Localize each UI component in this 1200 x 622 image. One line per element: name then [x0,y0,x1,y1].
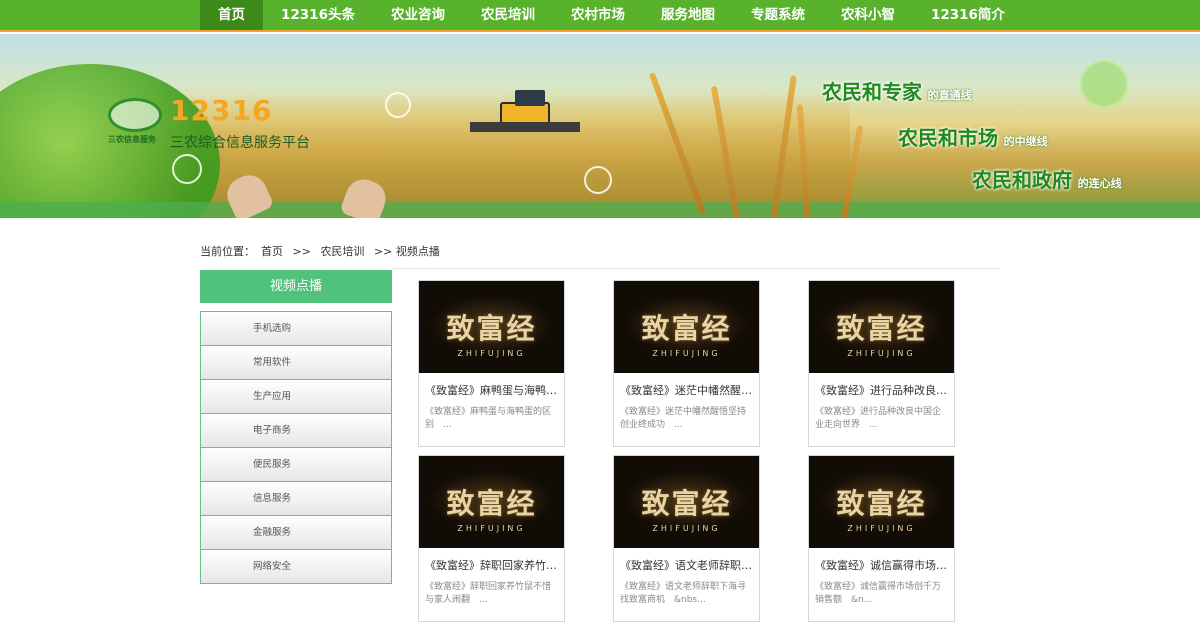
nav-item-rural-market[interactable]: 农村市场 [553,0,643,30]
harvester-image [470,90,580,144]
sidebar-item-production-apps[interactable]: 生产应用 [201,380,391,414]
breadcrumb-current: 视频点播 [395,245,440,258]
sidebar-item-ecommerce[interactable]: 电子商务 [201,414,391,448]
video-description: 《致富经》辞职回家养竹鼠不惜与家人闹翻 ... [425,582,552,605]
thumbnail-pinyin-text: ZHIFUJING [457,524,526,533]
rain-circle-icon [584,166,612,194]
video-card[interactable]: 致富经 ZHIFUJING 《致富经》语文老师辞职下... 《致富经》语文老师辞… [613,455,760,622]
breadcrumb-training-link[interactable]: 农民培训 [320,245,364,258]
breadcrumb-home-link[interactable]: 首页 [261,245,283,258]
sidebar-item-network-security[interactable]: 网络安全 [201,550,391,584]
breadcrumb-separator: >> [373,245,393,258]
banner-bottom-strip [0,202,1200,218]
video-thumbnail[interactable]: 致富经 ZHIFUJING [809,456,954,548]
video-card[interactable]: 致富经 ZHIFUJING 《致富经》迷茫中幡然醒悟... 《致富经》迷茫中幡然… [613,280,760,447]
slogan-big-text: 农民和政府 [972,168,1072,192]
video-title-link[interactable]: 《致富经》麻鸭蛋与海鸭蛋... [425,382,560,398]
sidebar-item-public-services[interactable]: 便民服务 [201,448,391,482]
sidebar-item-info-services[interactable]: 信息服务 [201,482,391,516]
video-title-link[interactable]: 《致富经》辞职回家养竹鼠... [425,557,560,573]
breadcrumb-prefix: 当前位置： [200,245,255,258]
slogan-small-text: 的中继线 [1003,135,1048,148]
video-description: 《致富经》迷茫中幡然醒悟坚持创业终成功 ... [620,407,747,430]
nav-item-farmer-training[interactable]: 农民培训 [463,0,553,30]
logo-badge-text: 三农信息服务 [108,135,156,144]
slogan-government: 农民和政府 的连心线 [972,164,1122,193]
platform-name: 三农综合信息服务平台 [170,135,310,151]
hero-banner: 三农信息服务 12316 三农综合信息服务平台 农民和专家 的直通线 农民和市场… [0,34,1200,218]
video-description: 《致富经》麻鸭蛋与海鸭蛋的区别 ... [425,407,552,430]
video-title-link[interactable]: 《致富经》进行品种改良中... [815,382,950,398]
thumbnail-logo-text: 致富经 [641,312,732,345]
slogan-big-text: 农民和专家 [822,80,922,104]
sidebar-item-phone-selection[interactable]: 手机选购 [201,312,391,346]
video-description: 《致富经》诚信赢得市场创千万销售额 &n... [815,582,942,605]
thumbnail-logo-text: 致富经 [836,312,927,345]
video-thumbnail[interactable]: 致富经 ZHIFUJING [614,456,759,548]
video-thumbnail[interactable]: 致富经 ZHIFUJING [614,281,759,373]
sidebar-item-common-software[interactable]: 常用软件 [201,346,391,380]
video-thumbnail[interactable]: 致富经 ZHIFUJING [419,456,564,548]
slogan-big-text: 农民和市场 [898,126,998,150]
sidebar-item-financial-services[interactable]: 金融服务 [201,516,391,550]
thumbnail-logo-text: 致富经 [836,487,927,520]
video-description: 《致富经》进行品种改良中国企业走向世界 ... [815,407,942,430]
thumbnail-pinyin-text: ZHIFUJING [652,349,721,358]
slogan-small-text: 的连心线 [1077,177,1122,190]
video-thumbnail[interactable]: 致富经 ZHIFUJING [809,281,954,373]
video-card[interactable]: 致富经 ZHIFUJING 《致富经》辞职回家养竹鼠... 《致富经》辞职回家养… [418,455,565,622]
sidebar: 视频点播 手机选购 常用软件 生产应用 电子商务 便民服务 信息服务 金融服务 … [200,270,392,584]
video-title-link[interactable]: 《致富经》诚信赢得市场创... [815,557,950,573]
breadcrumb-separator: >> [292,245,311,258]
data-circle-icon [385,92,411,118]
breadcrumb: 当前位置： 首页 >> 农民培训 >> 视频点播 [200,243,446,259]
logo-emblem-icon [108,98,162,132]
sidebar-header: 视频点播 [200,270,392,303]
top-navigation-bar: 首页 12316头条 农业咨询 农民培训 农村市场 服务地图 专题系统 农科小智… [0,0,1200,32]
thumbnail-pinyin-text: ZHIFUJING [652,524,721,533]
orb-circle-icon [1080,60,1128,108]
video-description: 《致富经》语文老师辞职下海寻找致富商机 &nbs... [620,582,747,605]
slogan-market: 农民和市场 的中继线 [898,122,1048,151]
nav-item-agri-assistant[interactable]: 农科小智 [823,0,913,30]
nav-item-agri-consulting[interactable]: 农业咨询 [373,0,463,30]
cloud-circle-icon [172,154,202,184]
sidebar-menu: 手机选购 常用软件 生产应用 电子商务 便民服务 信息服务 金融服务 网络安全 [200,311,392,584]
nav-item-home[interactable]: 首页 [200,0,263,30]
thumbnail-pinyin-text: ZHIFUJING [847,524,916,533]
content-divider [392,268,1000,269]
slogan-expert: 农民和专家 的直通线 [822,76,972,105]
thumbnail-pinyin-text: ZHIFUJING [847,349,916,358]
nav-item-headlines[interactable]: 12316头条 [263,0,373,30]
video-card[interactable]: 致富经 ZHIFUJING 《致富经》诚信赢得市场创... 《致富经》诚信赢得市… [808,455,955,622]
nav-item-about-12316[interactable]: 12316简介 [913,0,1023,30]
nav-item-topic-system[interactable]: 专题系统 [733,0,823,30]
nav-item-service-map[interactable]: 服务地图 [643,0,733,30]
thumbnail-logo-text: 致富经 [641,487,732,520]
thumbnail-pinyin-text: ZHIFUJING [457,349,526,358]
logo-number: 12316 [170,94,273,127]
video-title-link[interactable]: 《致富经》语文老师辞职下... [620,557,755,573]
video-thumbnail[interactable]: 致富经 ZHIFUJING [419,281,564,373]
slogan-small-text: 的直通线 [927,89,972,102]
video-title-link[interactable]: 《致富经》迷茫中幡然醒悟... [620,382,755,398]
main-menu: 首页 12316头条 农业咨询 农民培训 农村市场 服务地图 专题系统 农科小智… [200,0,1023,30]
video-card[interactable]: 致富经 ZHIFUJING 《致富经》麻鸭蛋与海鸭蛋... 《致富经》麻鸭蛋与海… [418,280,565,447]
thumbnail-logo-text: 致富经 [446,487,537,520]
thumbnail-logo-text: 致富经 [446,312,537,345]
video-card[interactable]: 致富经 ZHIFUJING 《致富经》进行品种改良中... 《致富经》进行品种改… [808,280,955,447]
